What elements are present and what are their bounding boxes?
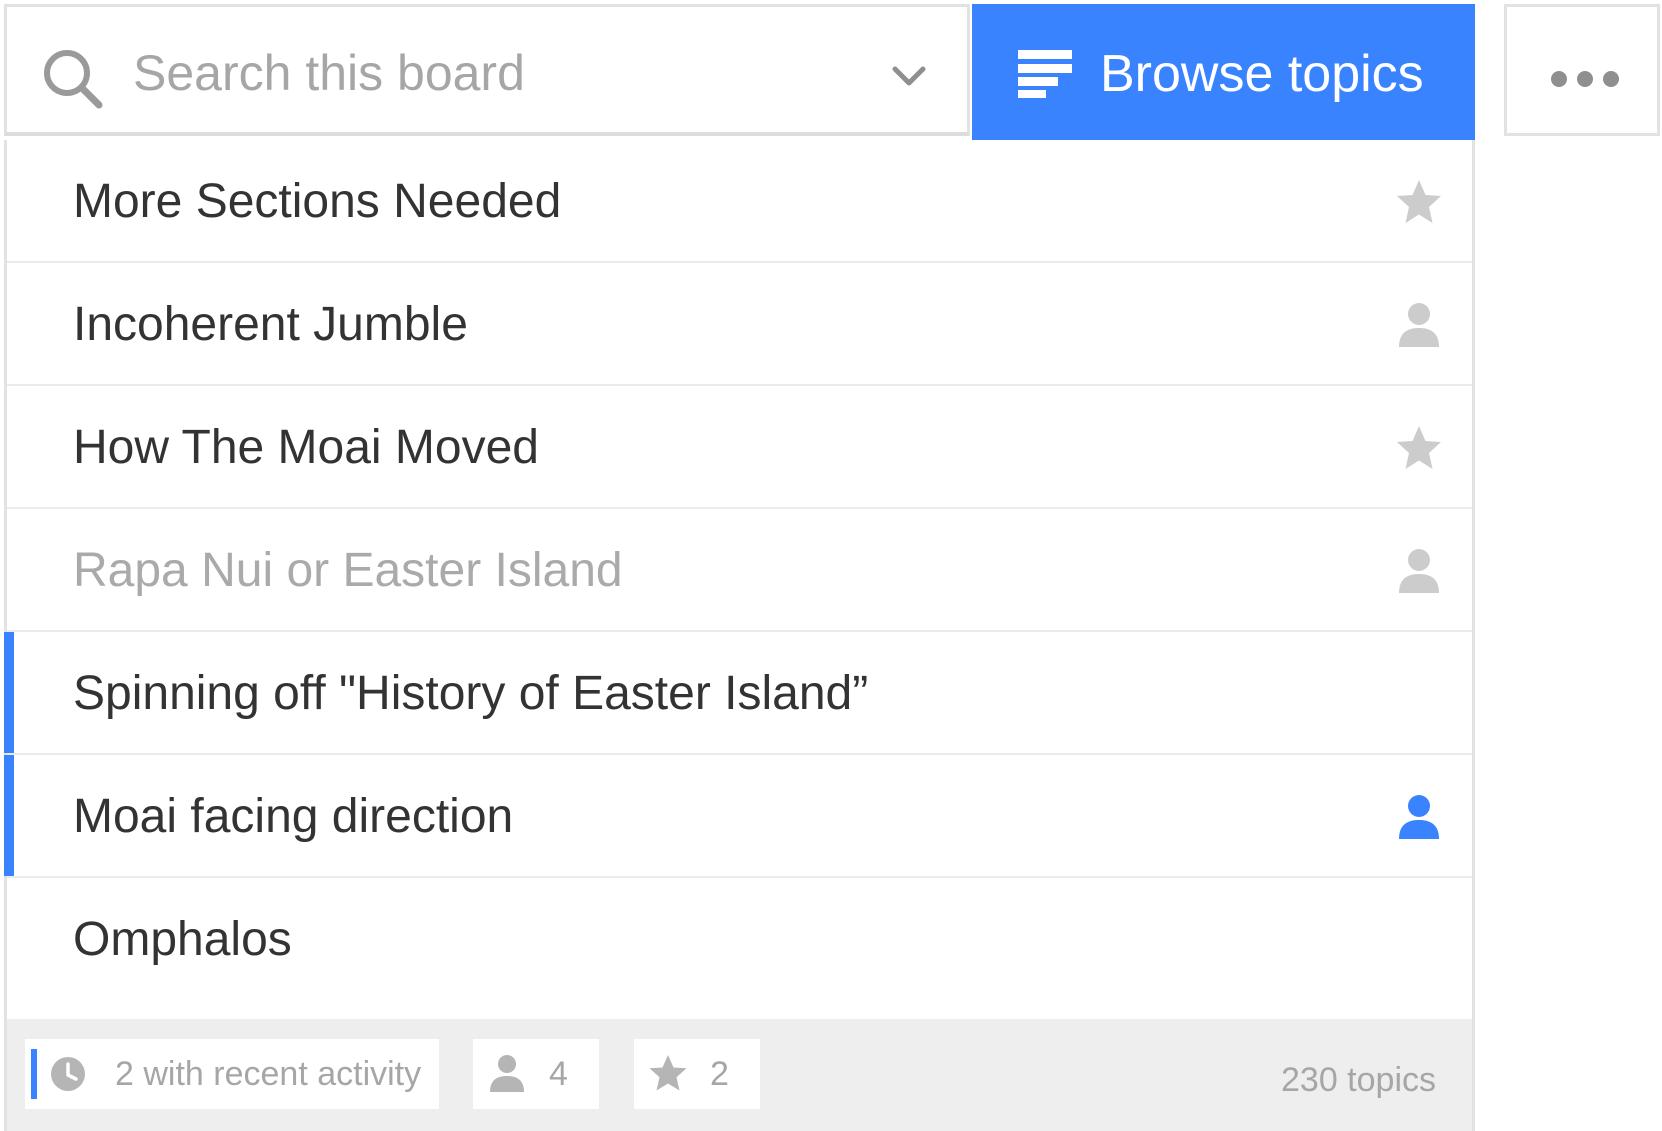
- list-icon: [1018, 50, 1072, 98]
- people-count: 4: [549, 1055, 568, 1093]
- person-icon-active[interactable]: [1395, 793, 1443, 841]
- star-icon: [649, 1055, 687, 1091]
- topic-title: Omphalos: [73, 913, 292, 966]
- topic-title: How The Moai Moved: [73, 421, 539, 474]
- topic-title: Rapa Nui or Easter Island: [73, 544, 623, 597]
- person-icon[interactable]: [1395, 301, 1443, 349]
- search-box[interactable]: [4, 4, 970, 136]
- board-topic-panel: Browse topics More Sections Needed Incoh…: [0, 0, 1662, 1131]
- topic-row-incoherent-jumble[interactable]: Incoherent Jumble: [7, 263, 1472, 386]
- topic-title: Incoherent Jumble: [73, 298, 468, 351]
- chevron-down-icon[interactable]: [889, 61, 929, 91]
- topic-row-moai-facing-direction[interactable]: Moai facing direction: [4, 755, 1472, 878]
- unread-indicator: [4, 755, 14, 876]
- recent-activity-filter[interactable]: 2 with recent activity: [25, 1039, 439, 1109]
- recent-activity-label: 2 with recent activity: [115, 1055, 422, 1093]
- star-icon[interactable]: [1395, 178, 1443, 226]
- browse-topics-button[interactable]: Browse topics: [972, 4, 1475, 140]
- topic-row-how-the-moai-moved[interactable]: How The Moai Moved: [7, 386, 1472, 509]
- topic-row-spinning-off-history[interactable]: Spinning off "History of Easter Island”: [4, 632, 1472, 755]
- star-icon[interactable]: [1395, 424, 1443, 472]
- topic-filter-bar: 2 with recent activity 4 2 230 topics: [7, 1019, 1472, 1131]
- topic-title: More Sections Needed: [73, 175, 562, 228]
- topic-list: More Sections Needed Incoherent Jumble H…: [4, 140, 1475, 1131]
- unread-indicator: [4, 632, 14, 753]
- topic-count: 230 topics: [1281, 1061, 1436, 1099]
- starred-filter[interactable]: 2: [634, 1039, 760, 1109]
- clock-icon: [51, 1057, 85, 1091]
- person-icon: [490, 1055, 524, 1092]
- people-filter[interactable]: 4: [473, 1039, 599, 1109]
- browse-topics-label: Browse topics: [1100, 45, 1424, 103]
- topic-title: Spinning off "History of Easter Island”: [73, 667, 869, 720]
- person-icon[interactable]: [1395, 547, 1443, 595]
- search-input[interactable]: [133, 37, 853, 109]
- topic-row-more-sections-needed[interactable]: More Sections Needed: [7, 140, 1472, 263]
- topic-row-omphalos[interactable]: Omphalos: [7, 878, 1472, 1001]
- more-options-button[interactable]: [1504, 4, 1660, 136]
- recent-activity-indicator: [31, 1049, 37, 1099]
- search-icon: [44, 50, 103, 109]
- topic-title: Moai facing direction: [73, 790, 514, 843]
- topic-row-rapa-nui[interactable]: Rapa Nui or Easter Island: [7, 509, 1472, 632]
- more-horizontal-icon: [1551, 71, 1619, 87]
- star-count: 2: [710, 1055, 729, 1093]
